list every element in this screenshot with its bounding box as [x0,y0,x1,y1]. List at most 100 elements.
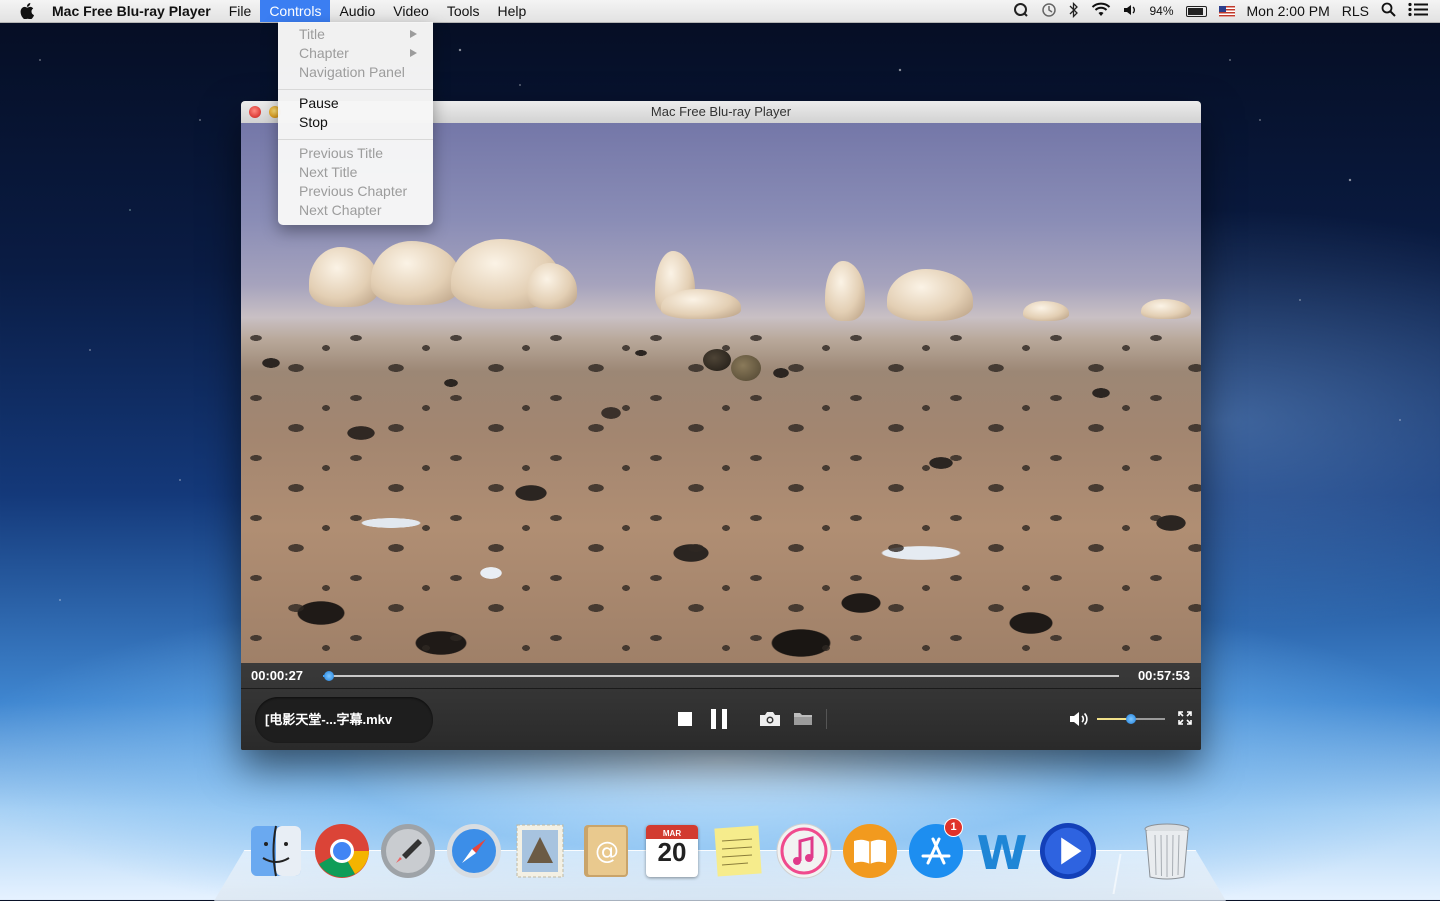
battery-percent: 94% [1149,4,1174,18]
menu-item-label: Title [299,26,325,42]
file-name-display: [电影天堂-...字幕.mkv [255,697,433,743]
calendar-day: 20 [657,837,687,867]
quicktime-status-icon[interactable] [1013,2,1029,21]
beetle [703,349,731,371]
menu-file[interactable]: File [220,0,261,22]
volume-slider-knob[interactable] [1126,714,1136,724]
menu-item-label: Previous Title [299,145,384,161]
finder-icon [251,825,301,877]
submenu-arrow-icon [410,49,417,57]
volume-status-icon[interactable] [1123,3,1137,20]
stop-button[interactable] [678,712,692,726]
folder-open-icon[interactable] [793,712,813,726]
address-book-icon: @ [584,825,628,877]
menu-item-pause[interactable]: Pause [299,94,429,113]
dock-item-blu-ray-player[interactable] [1039,820,1097,882]
dock-item-finder[interactable] [247,820,305,882]
seek-bar[interactable] [323,671,1119,681]
svg-text:W: W [977,826,1028,879]
battery-icon[interactable] [1185,5,1207,17]
menu-item-navigation-panel[interactable]: Navigation Panel [299,63,429,82]
menu-tools[interactable]: Tools [438,0,489,22]
rock-formation [527,263,577,309]
notes-icon [714,825,762,877]
pause-button[interactable] [711,709,727,729]
menu-item-label: Navigation Panel [299,64,405,80]
menu-audio[interactable]: Audio [330,0,384,22]
chrome-icon [315,824,369,878]
dock-item-launchpad[interactable] [379,820,437,882]
controls-separator [826,709,827,729]
bluetooth-icon[interactable] [1069,1,1079,21]
spotlight-search-icon[interactable] [1381,2,1396,20]
menu-item-stop[interactable]: Stop [299,113,429,132]
seek-bar-knob[interactable] [324,671,335,681]
svg-text:@: @ [595,837,619,865]
menu-bar: Mac Free Blu-ray Player File Controls Au… [0,0,1440,23]
menu-item-label: Previous Chapter [299,183,408,199]
dock-item-app-store[interactable]: 1 [907,818,965,882]
wifi-icon[interactable] [1091,2,1111,20]
dock-item-safari[interactable] [445,820,503,882]
time-machine-icon[interactable] [1041,2,1057,21]
dock: @ MAR 20 1 W [214,812,1226,901]
apple-menu-icon[interactable] [16,0,38,22]
controls-dropdown-menu: Title Chapter Navigation Panel Pause Sto… [278,22,433,225]
menu-item-chapter[interactable]: Chapter [299,44,429,63]
camera-snapshot-icon[interactable] [759,711,781,727]
speaker-volume-icon[interactable] [1069,711,1091,727]
dock-item-chrome[interactable] [313,820,371,882]
book-icon [843,824,897,878]
user-name[interactable]: RLS [1342,3,1369,19]
rock-formation [371,241,461,305]
menu-item-next-chapter[interactable]: Next Chapter [299,201,429,220]
dock-item-contacts[interactable]: @ [577,820,635,882]
menu-item-label: Pause [299,95,339,111]
dock-item-trash[interactable] [1138,820,1196,882]
menu-item-label: Chapter [299,45,349,61]
menu-video[interactable]: Video [384,0,438,22]
menu-controls[interactable]: Controls [260,0,331,22]
volume-slider[interactable] [1097,714,1165,724]
play-icon [1039,822,1097,880]
menu-item-previous-title[interactable]: Previous Title [299,144,429,163]
dock-item-calendar[interactable]: MAR 20 [643,820,701,882]
dock-item-ibooks[interactable] [841,820,899,882]
total-time: 00:57:53 [1137,668,1190,683]
desert-ground-texture [241,323,1201,663]
mail-stamp-icon [516,824,564,878]
submenu-arrow-icon [410,30,417,38]
word-icon: W [977,826,1028,879]
menu-item-previous-chapter[interactable]: Previous Chapter [299,182,429,201]
rock-formation [1023,301,1069,321]
dock-item-notes[interactable] [709,820,767,882]
rock-formation [309,247,379,307]
rock-formation [661,289,741,319]
menu-item-label: Next Title [299,164,358,180]
menu-item-title[interactable]: Title [299,25,429,44]
menu-separator [278,139,433,140]
menu-item-label: Next Chapter [299,202,382,218]
rocket-icon [381,824,435,878]
fullscreen-icon[interactable] [1178,711,1192,725]
current-time: 00:00:27 [251,668,304,683]
dock-item-word[interactable]: W [973,820,1031,882]
us-flag-input-icon[interactable] [1218,5,1235,17]
menu-separator [278,89,433,90]
file-name: [电影天堂-...字幕.mkv [265,712,393,727]
clock[interactable]: Mon 2:00 PM [1247,3,1330,19]
menu-item-label: Stop [299,114,328,130]
app-menu[interactable]: Mac Free Blu-ray Player [52,3,211,19]
dung-ball [731,355,761,381]
menu-item-next-title[interactable]: Next Title [299,163,429,182]
calendar-icon: MAR 20 [646,825,698,877]
app-store-badge: 1 [944,818,963,837]
music-note-icon [776,823,832,879]
notification-center-icon[interactable] [1408,2,1428,20]
menu-help[interactable]: Help [489,0,536,22]
dock-item-mail[interactable] [511,820,569,882]
dock-item-itunes[interactable] [775,820,833,882]
rock-formation [887,269,973,321]
rock-formation [1141,299,1191,319]
rock-formation [825,261,865,321]
